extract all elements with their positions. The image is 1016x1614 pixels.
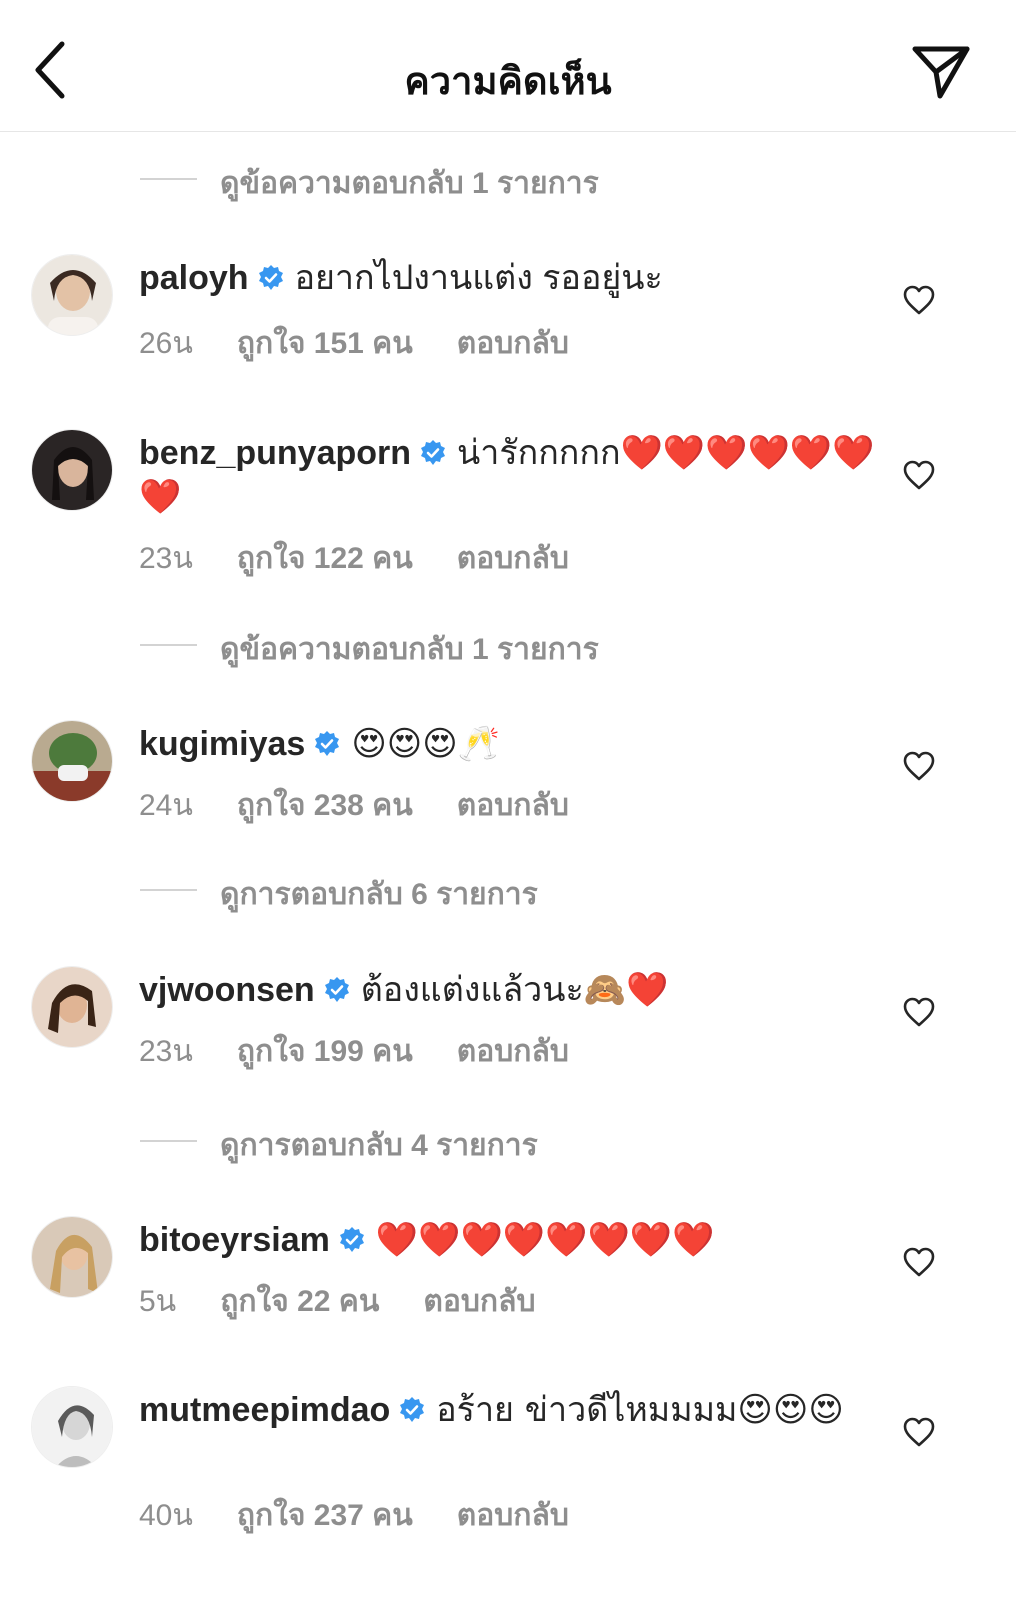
comment-text: ❤️❤️❤️❤️❤️❤️❤️❤️: [375, 1220, 715, 1260]
comment-meta: 40น ถูกใจ 237 คน ตอบกลับ: [139, 1492, 569, 1539]
comment-meta: 26น ถูกใจ 151 คน ตอบกลับ: [139, 320, 569, 367]
reply-button[interactable]: ตอบกลับ: [457, 1028, 569, 1075]
like-button[interactable]: [902, 1416, 936, 1448]
comment-content: benz_punyaporn น่ารักกกกก❤️❤️❤️❤️❤️❤️❤️: [139, 431, 899, 519]
divider: [140, 1140, 197, 1142]
verified-badge-icon: [315, 731, 340, 756]
comment-content: bitoeyrsiam ❤️❤️❤️❤️❤️❤️❤️❤️: [139, 1218, 899, 1262]
header-bar: ความคิดเห็น: [0, 0, 1016, 132]
view-replies-row: ดูข้อความตอบกลับ 1 รายการ: [0, 624, 1016, 666]
avatar[interactable]: [31, 966, 113, 1048]
verified-badge-icon: [400, 1397, 425, 1422]
comment-meta: 23น ถูกใจ 122 คน ตอบกลับ: [139, 535, 569, 582]
comment-username[interactable]: vjwoonsen: [139, 971, 315, 1009]
comment-username[interactable]: paloyh: [139, 259, 249, 297]
view-replies-link[interactable]: ดูข้อความตอบกลับ 1 รายการ: [220, 160, 599, 207]
view-replies-row: ดูข้อความตอบกลับ 1 รายการ: [0, 158, 1016, 200]
avatar[interactable]: [31, 1386, 113, 1468]
reply-button[interactable]: ตอบกลับ: [457, 320, 569, 367]
comment-content: paloyh อยากไปงานแต่ง รออยู่นะ: [139, 256, 899, 300]
comment-text: อยากไปงานแต่ง รออยู่นะ: [294, 259, 663, 297]
view-replies-row: ดูการตอบกลับ 4 รายการ: [0, 1120, 1016, 1162]
comment-time: 5น: [139, 1285, 177, 1318]
comment-content: kugimiyas 😍😍😍🥂: [139, 722, 899, 766]
comment-likes[interactable]: ถูกใจ 151 คน: [237, 320, 413, 367]
heart-outline-icon: [903, 285, 935, 315]
reply-button[interactable]: ตอบกลับ: [457, 1492, 569, 1539]
avatar[interactable]: [31, 254, 113, 336]
like-button[interactable]: [902, 284, 936, 316]
page-title: ความคิดเห็น: [404, 61, 612, 103]
heart-outline-icon: [903, 1417, 935, 1447]
comment-time: 24น: [139, 789, 193, 822]
comment-likes[interactable]: ถูกใจ 122 คน: [237, 535, 413, 582]
avatar[interactable]: [31, 429, 113, 511]
view-replies-link[interactable]: ดูข้อความตอบกลับ 1 รายการ: [220, 626, 599, 673]
reply-button[interactable]: ตอบกลับ: [457, 535, 569, 582]
comment-meta: 23น ถูกใจ 199 คน ตอบกลับ: [139, 1028, 569, 1075]
heart-outline-icon: [903, 1247, 935, 1277]
paper-plane-icon: [912, 46, 970, 99]
divider: [140, 889, 197, 891]
verified-badge-icon: [324, 977, 349, 1002]
verified-badge-icon: [339, 1227, 364, 1252]
comment-username[interactable]: bitoeyrsiam: [139, 1221, 330, 1259]
comment-likes[interactable]: ถูกใจ 199 คน: [237, 1028, 413, 1075]
comment-content: vjwoonsen ต้องแต่งแล้วนะ🙈❤️: [139, 968, 899, 1012]
comment-time: 26น: [139, 327, 193, 360]
comment-time: 23น: [139, 542, 193, 575]
comment-text: ต้องแต่งแล้วนะ🙈❤️: [360, 970, 669, 1010]
share-button[interactable]: [912, 44, 972, 100]
view-replies-link[interactable]: ดูการตอบกลับ 6 รายการ: [220, 871, 538, 918]
comment-text: อร้าย ข่าวดีไหมมมม😍😍😍: [436, 1390, 844, 1430]
view-replies-link[interactable]: ดูการตอบกลับ 4 รายการ: [220, 1122, 538, 1169]
reply-button[interactable]: ตอบกลับ: [457, 782, 569, 829]
comment-meta: 5น ถูกใจ 22 คน ตอบกลับ: [139, 1278, 536, 1325]
comment-time: 40น: [139, 1499, 193, 1532]
comment-username[interactable]: mutmeepimdao: [139, 1391, 390, 1429]
comment-username[interactable]: kugimiyas: [139, 725, 305, 763]
heart-outline-icon: [903, 751, 935, 781]
heart-outline-icon: [903, 997, 935, 1027]
like-button[interactable]: [902, 459, 936, 491]
comment-likes[interactable]: ถูกใจ 22 คน: [220, 1278, 379, 1325]
reply-button[interactable]: ตอบกลับ: [423, 1278, 535, 1325]
like-button[interactable]: [902, 996, 936, 1028]
comment-text: 😍😍😍🥂: [351, 724, 500, 764]
heart-outline-icon: [903, 460, 935, 490]
verified-badge-icon: [421, 440, 446, 465]
comment-content: mutmeepimdao อร้าย ข่าวดีไหมมมม😍😍😍: [139, 1388, 899, 1432]
comment-likes[interactable]: ถูกใจ 238 คน: [237, 782, 413, 829]
comment-time: 23น: [139, 1035, 193, 1068]
comment-likes[interactable]: ถูกใจ 237 คน: [237, 1492, 413, 1539]
like-button[interactable]: [902, 750, 936, 782]
divider: [140, 644, 197, 646]
comment-meta: 24น ถูกใจ 238 คน ตอบกลับ: [139, 782, 569, 829]
avatar[interactable]: [31, 720, 113, 802]
verified-badge-icon: [258, 265, 283, 290]
like-button[interactable]: [902, 1246, 936, 1278]
divider: [140, 178, 197, 180]
view-replies-row: ดูการตอบกลับ 6 รายการ: [0, 869, 1016, 911]
avatar[interactable]: [31, 1216, 113, 1298]
comment-username[interactable]: benz_punyaporn: [139, 434, 411, 472]
